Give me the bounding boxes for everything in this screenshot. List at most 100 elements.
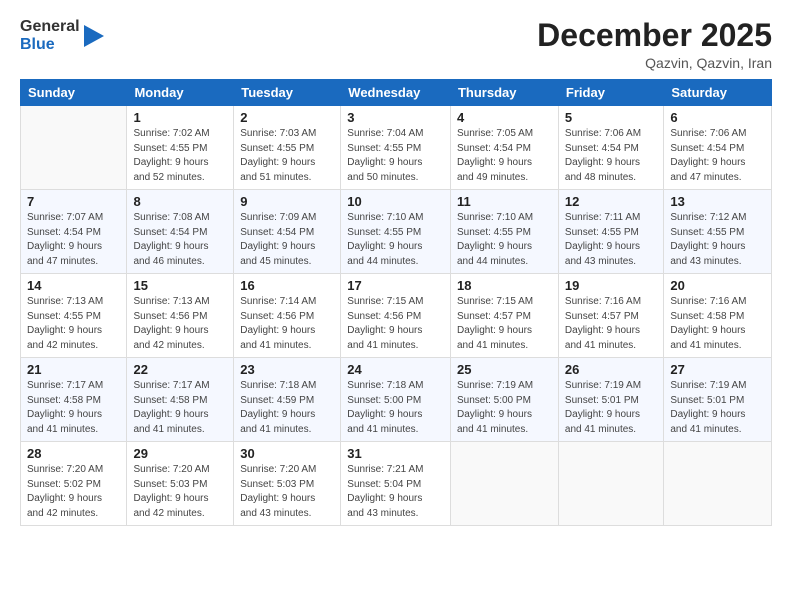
table-row: 29 Sunrise: 7:20 AMSunset: 5:03 PMDayligh…: [127, 442, 234, 526]
day-number: 24: [347, 362, 444, 377]
day-number: 16: [240, 278, 334, 293]
day-number: 5: [565, 110, 657, 125]
day-info: Sunrise: 7:18 AMSunset: 5:00 PMDaylight:…: [347, 379, 444, 437]
table-row: 23 Sunrise: 7:18 AMSunset: 4:59 PMDayligh…: [234, 358, 341, 442]
day-number: 20: [670, 278, 765, 293]
table-row: 21 Sunrise: 7:17 AMSunset: 4:58 PMDayligh…: [21, 358, 127, 442]
table-row: 20 Sunrise: 7:16 AMSunset: 4:58 PMDayligh…: [664, 274, 772, 358]
day-number: 11: [457, 194, 552, 209]
table-row: [450, 442, 558, 526]
day-info: Sunrise: 7:18 AMSunset: 4:59 PMDaylight:…: [240, 379, 334, 437]
day-info: Sunrise: 7:20 AMSunset: 5:03 PMDaylight:…: [133, 463, 227, 521]
day-number: 17: [347, 278, 444, 293]
day-info: Sunrise: 7:16 AMSunset: 4:58 PMDaylight:…: [670, 295, 765, 353]
day-number: 31: [347, 446, 444, 461]
day-number: 29: [133, 446, 227, 461]
table-row: 13Sunrise: 7:12 AMSunset: 4:55 PMDayligh…: [664, 190, 772, 274]
day-info: Sunrise: 7:10 AMSunset: 4:55 PMDaylight:…: [347, 211, 444, 269]
day-info: Sunrise: 7:15 AMSunset: 4:57 PMDaylight:…: [457, 295, 552, 353]
day-number: 27: [670, 362, 765, 377]
table-row: 12 Sunrise: 7:11 AMSunset: 4:55 PMDayligh…: [558, 190, 663, 274]
table-row: 18 Sunrise: 7:15 AMSunset: 4:57 PMDayligh…: [450, 274, 558, 358]
day-info: Sunrise: 7:02 AMSunset: 4:55 PMDaylight:…: [133, 127, 227, 185]
day-info: Sunrise: 7:19 AMSunset: 5:00 PMDaylight:…: [457, 379, 552, 437]
table-row: 8 Sunrise: 7:08 AMSunset: 4:54 PMDaylight…: [127, 190, 234, 274]
day-info: Sunrise: 7:08 AMSunset: 4:54 PMDaylight:…: [133, 211, 227, 269]
table-row: 28 Sunrise: 7:20 AMSunset: 5:02 PMDayligh…: [21, 442, 127, 526]
day-number: 10: [347, 194, 444, 209]
col-thursday: Thursday: [450, 80, 558, 106]
day-info: Sunrise: 7:07 AMSunset: 4:54 PMDaylight:…: [27, 211, 120, 269]
logo-arrow-icon: [84, 21, 106, 51]
day-info: Sunrise: 7:17 AMSunset: 4:58 PMDaylight:…: [27, 379, 120, 437]
calendar-week-row: 21 Sunrise: 7:17 AMSunset: 4:58 PMDayligh…: [21, 358, 772, 442]
table-row: 25 Sunrise: 7:19 AMSunset: 5:00 PMDayligh…: [450, 358, 558, 442]
day-info: Sunrise: 7:05 AMSunset: 4:54 PMDaylight:…: [457, 127, 552, 185]
table-row: 2Sunrise: 7:03 AMSunset: 4:55 PMDaylight…: [234, 106, 341, 190]
day-number: 3: [347, 110, 444, 125]
table-row: 19Sunrise: 7:16 AMSunset: 4:57 PMDayligh…: [558, 274, 663, 358]
table-row: [21, 106, 127, 190]
day-number: 22: [133, 362, 227, 377]
day-info: Sunrise: 7:15 AMSunset: 4:56 PMDaylight:…: [347, 295, 444, 353]
calendar-week-row: 14Sunrise: 7:13 AMSunset: 4:55 PMDayligh…: [21, 274, 772, 358]
day-info: Sunrise: 7:20 AMSunset: 5:02 PMDaylight:…: [27, 463, 120, 521]
day-number: 26: [565, 362, 657, 377]
table-row: 22 Sunrise: 7:17 AMSunset: 4:58 PMDayligh…: [127, 358, 234, 442]
day-number: 4: [457, 110, 552, 125]
day-info: Sunrise: 7:11 AMSunset: 4:55 PMDaylight:…: [565, 211, 657, 269]
calendar-week-row: 1 Sunrise: 7:02 AMSunset: 4:55 PMDaylight…: [21, 106, 772, 190]
day-number: 30: [240, 446, 334, 461]
calendar-header-row: Sunday Monday Tuesday Wednesday Thursday…: [21, 80, 772, 106]
day-info: Sunrise: 7:14 AMSunset: 4:56 PMDaylight:…: [240, 295, 334, 353]
calendar-week-row: 28 Sunrise: 7:20 AMSunset: 5:02 PMDayligh…: [21, 442, 772, 526]
table-row: 16 Sunrise: 7:14 AMSunset: 4:56 PMDayligh…: [234, 274, 341, 358]
title-block: December 2025 Qazvin, Qazvin, Iran: [537, 18, 772, 71]
day-number: 12: [565, 194, 657, 209]
location-subtitle: Qazvin, Qazvin, Iran: [537, 55, 772, 71]
day-number: 14: [27, 278, 120, 293]
day-number: 23: [240, 362, 334, 377]
day-number: 8: [133, 194, 227, 209]
day-info: Sunrise: 7:17 AMSunset: 4:58 PMDaylight:…: [133, 379, 227, 437]
day-info: Sunrise: 7:21 AMSunset: 5:04 PMDaylight:…: [347, 463, 444, 521]
day-number: 25: [457, 362, 552, 377]
month-title: December 2025: [537, 18, 772, 53]
col-sunday: Sunday: [21, 80, 127, 106]
day-info: Sunrise: 7:10 AMSunset: 4:55 PMDaylight:…: [457, 211, 552, 269]
col-saturday: Saturday: [664, 80, 772, 106]
page: General Blue December 2025 Qazvin, Qazvi…: [0, 0, 792, 612]
header: General Blue December 2025 Qazvin, Qazvi…: [20, 18, 772, 71]
day-number: 9: [240, 194, 334, 209]
day-number: 21: [27, 362, 120, 377]
logo: General Blue: [20, 18, 106, 55]
table-row: [664, 442, 772, 526]
day-info: Sunrise: 7:19 AMSunset: 5:01 PMDaylight:…: [565, 379, 657, 437]
table-row: 7 Sunrise: 7:07 AMSunset: 4:54 PMDaylight…: [21, 190, 127, 274]
col-monday: Monday: [127, 80, 234, 106]
day-info: Sunrise: 7:09 AMSunset: 4:54 PMDaylight:…: [240, 211, 334, 269]
table-row: 30Sunrise: 7:20 AMSunset: 5:03 PMDayligh…: [234, 442, 341, 526]
calendar-week-row: 7 Sunrise: 7:07 AMSunset: 4:54 PMDaylight…: [21, 190, 772, 274]
day-info: Sunrise: 7:04 AMSunset: 4:55 PMDaylight:…: [347, 127, 444, 185]
day-number: 28: [27, 446, 120, 461]
day-number: 18: [457, 278, 552, 293]
day-info: Sunrise: 7:03 AMSunset: 4:55 PMDaylight:…: [240, 127, 334, 185]
table-row: 3 Sunrise: 7:04 AMSunset: 4:55 PMDaylight…: [341, 106, 451, 190]
table-row: 31 Sunrise: 7:21 AMSunset: 5:04 PMDayligh…: [341, 442, 451, 526]
day-number: 7: [27, 194, 120, 209]
day-info: Sunrise: 7:16 AMSunset: 4:57 PMDaylight:…: [565, 295, 657, 353]
table-row: 4 Sunrise: 7:05 AMSunset: 4:54 PMDaylight…: [450, 106, 558, 190]
day-number: 1: [133, 110, 227, 125]
table-row: 1 Sunrise: 7:02 AMSunset: 4:55 PMDaylight…: [127, 106, 234, 190]
calendar-table: Sunday Monday Tuesday Wednesday Thursday…: [20, 79, 772, 526]
table-row: 26 Sunrise: 7:19 AMSunset: 5:01 PMDayligh…: [558, 358, 663, 442]
table-row: 24 Sunrise: 7:18 AMSunset: 5:00 PMDayligh…: [341, 358, 451, 442]
col-wednesday: Wednesday: [341, 80, 451, 106]
table-row: 10 Sunrise: 7:10 AMSunset: 4:55 PMDayligh…: [341, 190, 451, 274]
table-row: 6Sunrise: 7:06 AMSunset: 4:54 PMDaylight…: [664, 106, 772, 190]
table-row: [558, 442, 663, 526]
table-row: 17 Sunrise: 7:15 AMSunset: 4:56 PMDayligh…: [341, 274, 451, 358]
day-info: Sunrise: 7:12 AMSunset: 4:55 PMDaylight:…: [670, 211, 765, 269]
day-number: 15: [133, 278, 227, 293]
